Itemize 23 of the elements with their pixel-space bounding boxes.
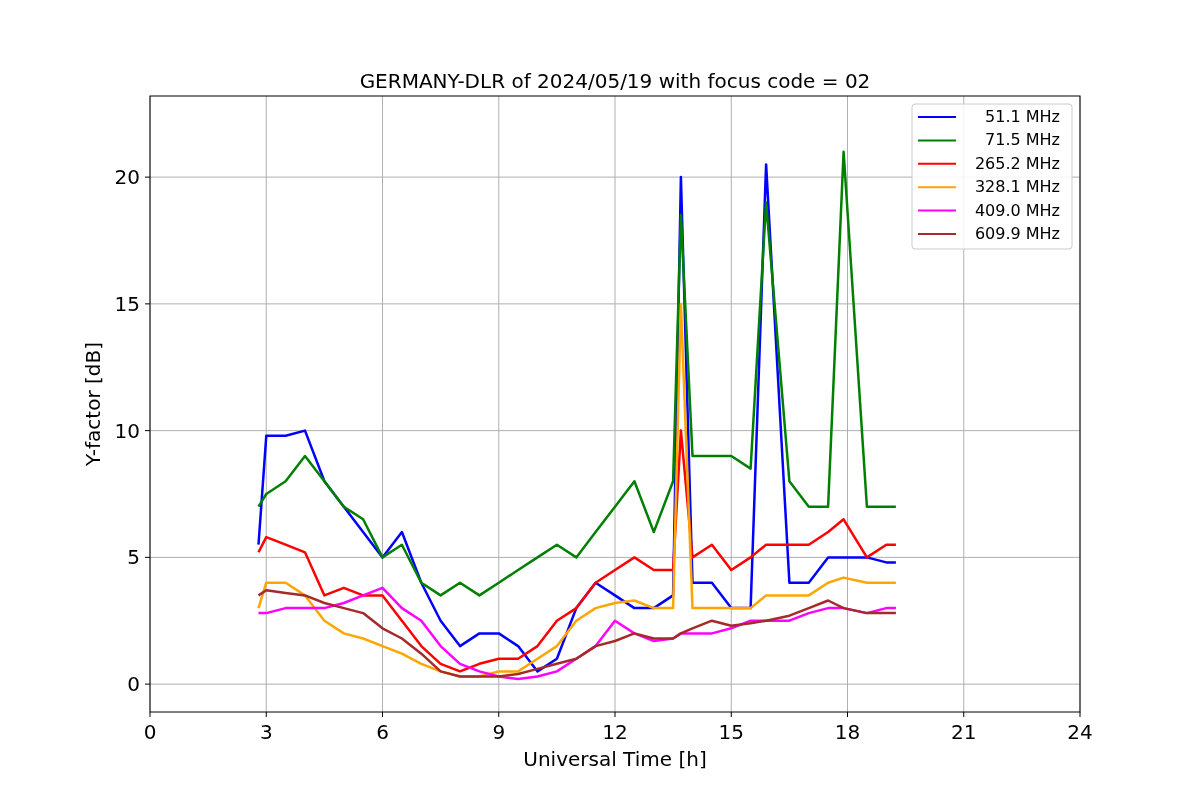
tick-label: 18 xyxy=(834,720,861,744)
chart-title: GERMANY-DLR of 2024/05/19 with focus code = 02 xyxy=(359,69,871,93)
legend-label: 409.0 MHz xyxy=(974,200,1060,220)
tick-label: 12 xyxy=(602,720,628,744)
legend-label: 51.1 MHz xyxy=(985,107,1060,126)
tick-label: 20 xyxy=(114,165,140,190)
tick-label: 10 xyxy=(114,418,140,443)
tick-label: 3 xyxy=(259,720,273,744)
tick-label: 9 xyxy=(492,720,506,744)
y-axis-label: Y-factor [dB] xyxy=(81,342,105,466)
tick-label: 0 xyxy=(143,720,157,744)
legend-label: 609.9 MHz xyxy=(974,224,1060,243)
tick-label: 24 xyxy=(1067,720,1093,744)
tick-label: 15 xyxy=(718,720,744,744)
tick-label: 15 xyxy=(114,291,140,316)
tick-label: 21 xyxy=(951,720,977,744)
x-axis-label: Universal Time [h] xyxy=(523,747,707,771)
legend-label: 71.5 MHz xyxy=(985,130,1060,150)
tick-label: 5 xyxy=(127,545,140,570)
tick-label: 0 xyxy=(127,672,140,697)
tick-label: 6 xyxy=(376,720,389,744)
legend-label: 265.2 MHz xyxy=(974,153,1060,173)
legend-label: 328.1 MHz xyxy=(974,177,1060,197)
